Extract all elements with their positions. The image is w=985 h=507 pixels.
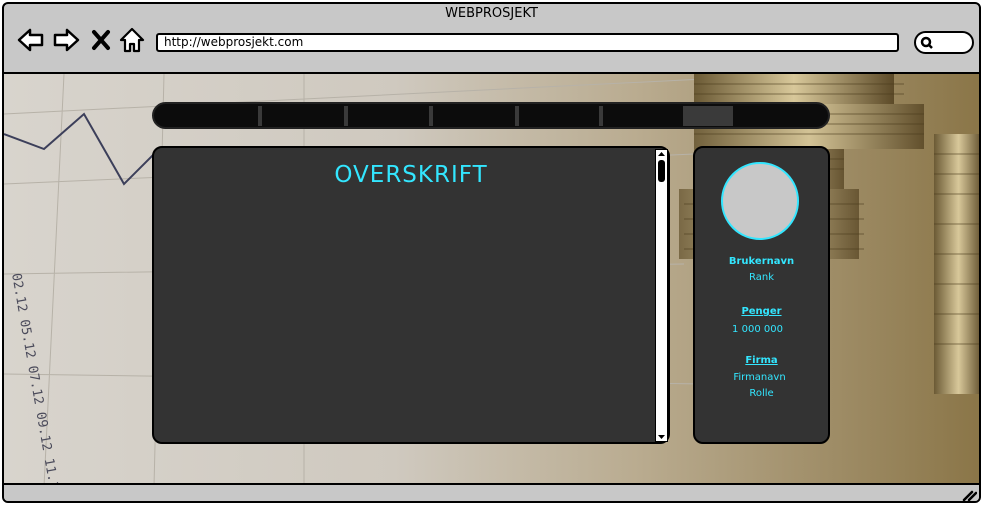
menu-item-8[interactable] <box>733 106 811 126</box>
menu-item-1[interactable] <box>178 106 262 126</box>
money-value: 1 000 000 <box>732 324 783 335</box>
company-name: Firmanavn <box>733 372 786 383</box>
window-title: WEBPROSJEKT <box>445 6 538 21</box>
rank-label: Rank <box>749 272 774 283</box>
content-scrollbar[interactable] <box>655 149 668 442</box>
resize-icon[interactable] <box>961 489 977 501</box>
svg-text:02.12 05.12 07.12 09.12 11.12: 02.12 05.12 07.12 09.12 11.12 <box>8 272 62 485</box>
address-bar[interactable]: http://webprosjekt.com <box>156 33 899 52</box>
home-icon <box>119 27 145 53</box>
scroll-thumb[interactable] <box>658 160 665 182</box>
menu-item-6[interactable] <box>603 106 687 126</box>
page-viewport: 02.12 05.12 07.12 09.12 11.12 OVERSKRIFT… <box>4 72 979 485</box>
company-link[interactable]: Firma <box>695 355 828 366</box>
menu-item-5[interactable] <box>519 106 603 126</box>
home-button[interactable] <box>118 26 146 54</box>
nav-menu-bar <box>152 102 830 129</box>
search-field[interactable] <box>914 31 974 54</box>
username-label: Brukernavn <box>728 256 795 267</box>
menu-item-7[interactable] <box>687 106 733 126</box>
status-bar <box>4 485 979 501</box>
search-icon <box>920 36 933 49</box>
menu-item-4[interactable] <box>433 106 519 126</box>
scroll-down-icon[interactable] <box>656 433 667 441</box>
browser-window: WEBPROSJEKT http://webprosjekt.com 02.12… <box>2 2 981 503</box>
back-button[interactable] <box>16 26 44 54</box>
stop-button[interactable] <box>90 26 112 54</box>
menu-item-2[interactable] <box>262 106 348 126</box>
avatar <box>721 162 799 240</box>
role-label: Rolle <box>749 388 774 399</box>
main-content-panel: OVERSKRIFT <box>152 146 670 444</box>
stop-icon <box>92 30 110 50</box>
profile-panel: Brukernavn Rank Penger 1 000 000 Firma F… <box>693 146 830 444</box>
forward-icon <box>53 28 80 52</box>
menu-item-3[interactable] <box>348 106 433 126</box>
page-heading: OVERSKRIFT <box>334 162 488 188</box>
money-link[interactable]: Penger <box>695 306 828 317</box>
back-icon <box>17 28 44 52</box>
forward-button[interactable] <box>53 26 81 54</box>
scroll-up-icon[interactable] <box>656 150 667 158</box>
